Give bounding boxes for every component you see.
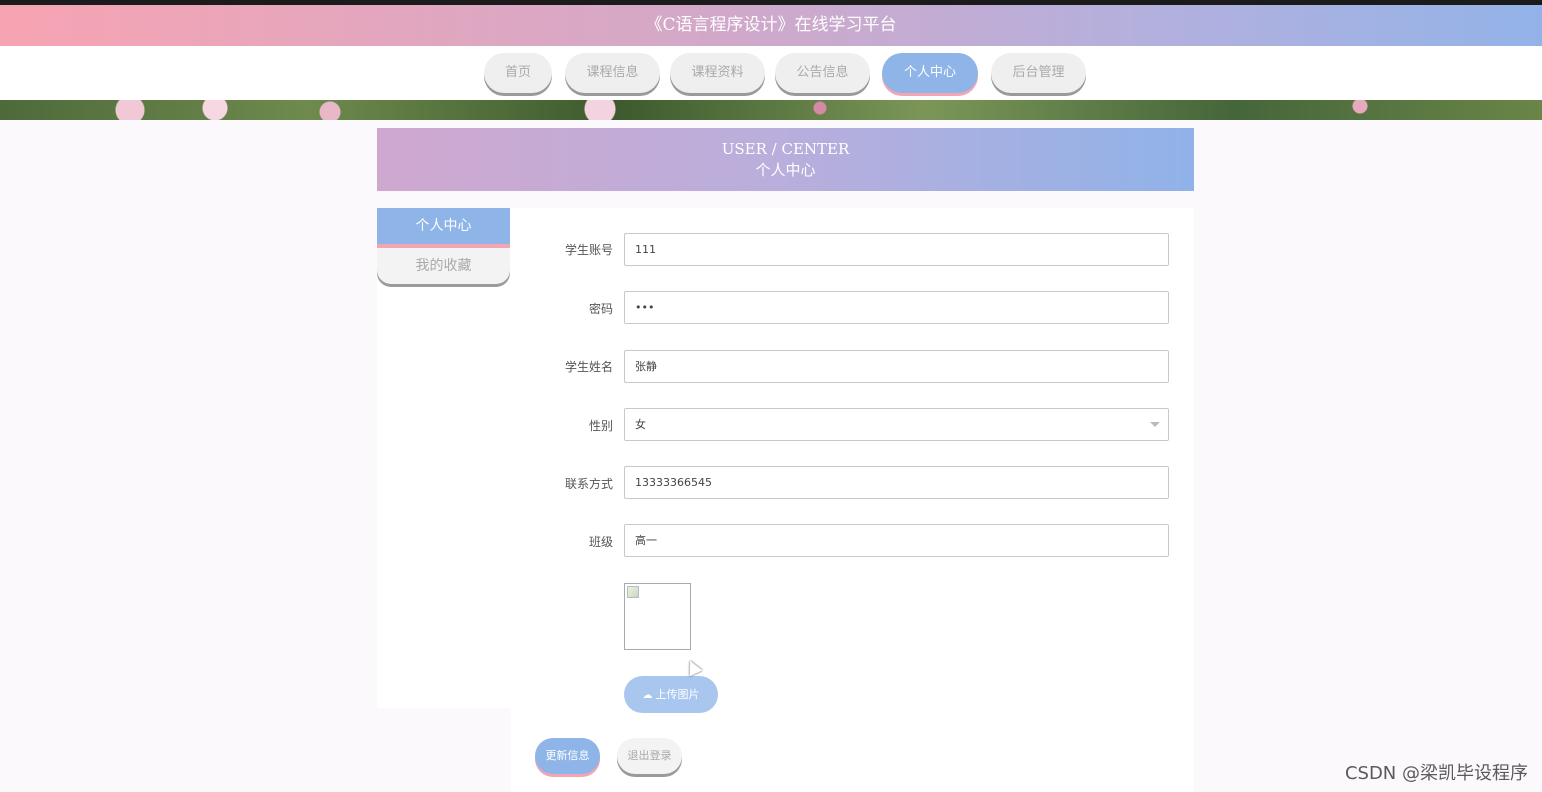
student-account-label: 学生账号 <box>564 243 613 257</box>
sidebar-item-personal-center[interactable]: 个人中心 <box>377 208 510 244</box>
logout-button[interactable]: 退出登录 <box>617 738 682 774</box>
nav-course-materials[interactable]: 课程资料 <box>670 53 765 93</box>
nav-announcements[interactable]: 公告信息 <box>775 53 870 93</box>
nav-admin[interactable]: 后台管理 <box>991 53 1086 93</box>
class-label: 班级 <box>588 535 613 549</box>
update-info-button[interactable]: 更新信息 <box>535 738 600 774</box>
cloud-upload-icon: ☁ <box>642 690 653 701</box>
chevron-down-icon <box>1150 422 1160 427</box>
contact-input[interactable]: 13333366545 <box>624 466 1169 499</box>
avatar-image <box>624 583 691 650</box>
contact-label: 联系方式 <box>564 477 613 491</box>
gender-label: 性别 <box>588 419 613 433</box>
upload-image-button[interactable]: ☁ 上传图片 <box>624 676 718 713</box>
nav-personal-center[interactable]: 个人中心 <box>882 53 978 93</box>
sidebar-item-favorites[interactable]: 我的收藏 <box>377 248 510 284</box>
student-name-input[interactable]: 张静 <box>624 350 1169 383</box>
student-account-input[interactable]: 111 <box>624 233 1169 266</box>
gender-select[interactable]: 女 <box>624 408 1169 441</box>
broken-image-icon <box>627 586 639 598</box>
section-title-en: USER / CENTER <box>721 140 850 158</box>
profile-form: 学生账号 111 密码 ••• 学生姓名 张静 性别 女 联系方式 133333… <box>511 208 1194 792</box>
site-title: 《C语言程序设计》在线学习平台 <box>645 15 897 35</box>
student-name-label: 学生姓名 <box>564 360 613 374</box>
password-input[interactable]: ••• <box>624 291 1169 324</box>
nav-course-info[interactable]: 课程信息 <box>565 53 660 93</box>
sidebar: 个人中心 我的收藏 <box>377 208 511 708</box>
section-title-cn: 个人中心 <box>755 161 816 179</box>
password-label: 密码 <box>588 302 613 316</box>
class-input[interactable]: 高一 <box>624 524 1169 557</box>
upload-image-label: 上传图片 <box>655 688 700 701</box>
nav-home[interactable]: 首页 <box>484 53 552 93</box>
section-header: USER / CENTER 个人中心 <box>377 128 1194 191</box>
watermark: CSDN @梁凯毕设程序 <box>1344 763 1528 784</box>
flower-banner <box>0 100 1542 120</box>
main-nav: 首页 课程信息 课程资料 公告信息 个人中心 后台管理 <box>0 46 1542 100</box>
gender-select-value: 女 <box>635 418 646 431</box>
top-title-bar: 《C语言程序设计》在线学习平台 <box>0 0 1542 46</box>
